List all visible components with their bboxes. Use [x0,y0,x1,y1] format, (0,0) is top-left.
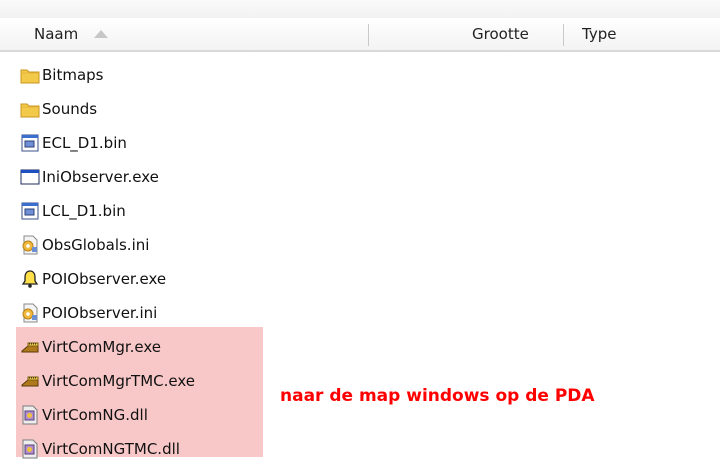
dll-file-icon [20,439,40,459]
file-explorer-view: Naam Grootte Type Bitmaps Sounds ECL_D1.… [0,0,720,459]
file-name: POIObserver.exe [42,270,167,288]
file-name: POIObserver.ini [42,304,158,322]
file-name: ObsGlobals.ini [42,236,150,254]
file-name: VirtComNGTMC.dll [42,440,180,458]
column-header-name-label: Naam [34,25,79,43]
file-row-iniobserver-exe[interactable]: IniObserver.exe [20,160,360,194]
bell-icon [20,269,40,289]
file-name: IniObserver.exe [42,168,159,186]
ini-settings-icon [20,303,40,323]
file-row-sounds[interactable]: Sounds [20,92,360,126]
file-row-obsglobals-ini[interactable]: ObsGlobals.ini [20,228,360,262]
column-header-bar: Naam Grootte Type [0,18,720,52]
toolbar-strip [0,0,720,18]
file-row-virtcommgr-exe[interactable]: VirtComMgr.exe [20,330,360,364]
file-row-bitmaps[interactable]: Bitmaps [20,58,360,92]
file-row-lcl-d1-bin[interactable]: LCL_D1.bin [20,194,360,228]
column-header-size[interactable]: Grootte [472,18,529,50]
column-divider[interactable] [368,24,369,46]
column-divider[interactable] [563,24,564,46]
file-name: LCL_D1.bin [42,202,126,220]
column-header-type-label: Type [582,25,617,43]
file-row-virtcomngtmc-dll[interactable]: VirtComNGTMC.dll [20,432,360,466]
bin-file-icon [20,133,40,153]
file-row-poiobserver-exe[interactable]: POIObserver.exe [20,262,360,296]
serial-port-icon [20,371,40,391]
annotation-note: naar de map windows op de PDA [280,386,595,406]
dll-file-icon [20,405,40,425]
file-name: Bitmaps [42,66,104,84]
column-header-type[interactable]: Type [582,18,616,50]
file-row-poiobserver-ini[interactable]: POIObserver.ini [20,296,360,330]
exe-window-icon [20,167,40,187]
sort-ascending-icon [94,30,109,38]
folder-icon [20,99,40,119]
file-name: VirtComMgr.exe [42,338,162,356]
folder-icon [20,65,40,85]
column-header-size-label: Grootte [472,25,529,43]
file-name: ECL_D1.bin [42,134,127,152]
file-row-ecl-d1-bin[interactable]: ECL_D1.bin [20,126,360,160]
ini-settings-icon [20,235,40,255]
bin-file-icon [20,201,40,221]
file-name: VirtComMgrTMC.exe [42,372,195,390]
file-name: VirtComNG.dll [42,406,148,424]
serial-port-icon [20,337,40,357]
file-name: Sounds [42,100,98,118]
column-header-name[interactable]: Naam [8,18,366,50]
